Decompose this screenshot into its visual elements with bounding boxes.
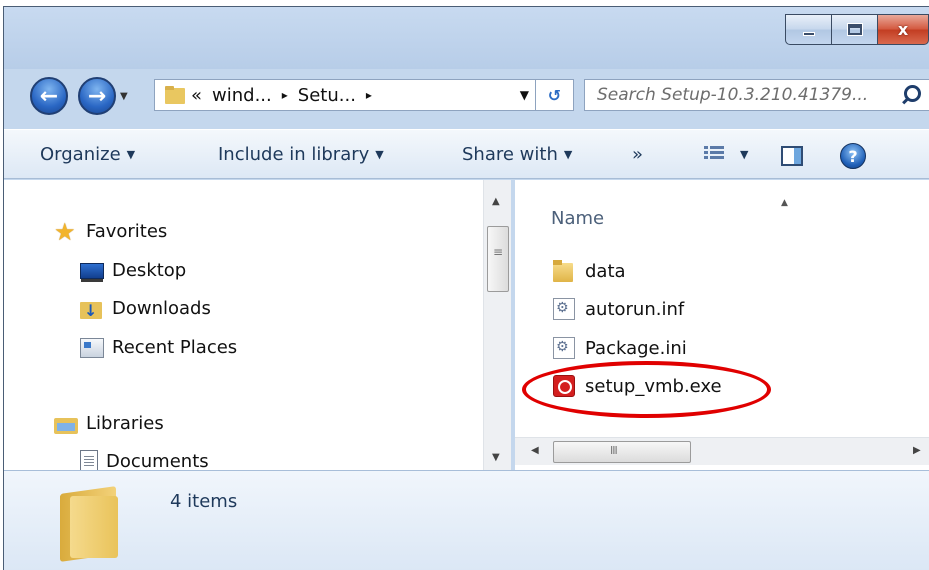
more-commands-button[interactable]: » <box>632 144 643 165</box>
scroll-left-arrow-icon[interactable]: ◀ <box>531 445 539 456</box>
item-count: 4 items <box>170 491 238 512</box>
command-bar: Organize ▼ Include in library ▼ Share with… <box>4 129 929 179</box>
nav-item-documents[interactable]: Documents <box>80 450 209 470</box>
navigation-row: ← → ▼ « wind... ▸ Setu... ▸ ▼ ↺ Search S… <box>4 75 929 115</box>
forward-arrow-icon: → <box>87 83 107 109</box>
include-in-library-menu[interactable]: Include in library ▼ <box>218 144 384 165</box>
organize-menu[interactable]: Organize ▼ <box>40 144 135 165</box>
title-bar: x <box>4 7 929 69</box>
search-icon[interactable] <box>899 84 921 106</box>
star-icon: ★ <box>54 217 76 246</box>
views-dropdown-icon[interactable]: ▼ <box>740 148 748 161</box>
refresh-button[interactable]: ↺ <box>535 80 573 110</box>
recent-places-icon <box>80 337 104 358</box>
sort-ascending-icon: ▲ <box>781 198 788 208</box>
nav-item-label: Desktop <box>112 260 187 281</box>
forward-button[interactable]: → <box>78 77 116 115</box>
folder-large-icon <box>60 482 122 558</box>
file-item-data[interactable]: data <box>553 260 626 282</box>
preview-pane-icon[interactable] <box>781 146 803 166</box>
nav-item-downloads[interactable]: Downloads <box>80 298 211 320</box>
details-pane: 4 items <box>4 470 929 570</box>
file-name: data <box>585 260 626 282</box>
file-name: autorun.inf <box>585 298 685 320</box>
address-bar[interactable]: « wind... ▸ Setu... ▸ ▼ ↺ <box>154 79 574 111</box>
nav-item-label: Documents <box>106 450 209 471</box>
nav-item-label: Libraries <box>86 413 164 434</box>
change-view-icon[interactable] <box>704 146 724 164</box>
nav-item-desktop[interactable]: Desktop <box>80 260 187 282</box>
folder-icon <box>165 86 185 104</box>
close-button[interactable]: x <box>877 14 929 45</box>
breadcrumb-arrow-icon[interactable]: ▸ <box>282 88 288 102</box>
close-icon: x <box>897 20 909 39</box>
scrollbar-thumb[interactable] <box>487 226 509 292</box>
explorer-window: x ← → ▼ « wind... ▸ Setu... ▸ ▼ ↺ Search… <box>3 6 929 570</box>
nav-item-libraries[interactable]: Libraries <box>54 413 164 434</box>
back-arrow-icon: ← <box>39 83 59 109</box>
help-icon[interactable]: ? <box>840 143 866 169</box>
nav-item-label: Favorites <box>86 221 168 242</box>
recent-pages-dropdown-icon[interactable]: ▼ <box>120 91 128 102</box>
organize-label: Organize <box>40 144 121 165</box>
back-button[interactable]: ← <box>30 77 68 115</box>
maximize-icon <box>846 23 863 36</box>
breadcrumb-arrow-icon[interactable]: ▸ <box>366 88 372 102</box>
file-list-horizontal-scrollbar[interactable]: ◀ ▶ <box>515 437 929 465</box>
breadcrumb-segment-windows[interactable]: wind... <box>212 85 272 106</box>
address-overflow-chevron[interactable]: « <box>191 85 202 106</box>
scrollbar-thumb[interactable] <box>553 441 691 463</box>
settings-file-icon <box>553 298 575 320</box>
scroll-right-arrow-icon[interactable]: ▶ <box>913 445 921 456</box>
file-item-package-ini[interactable]: Package.ini <box>553 337 687 359</box>
settings-file-icon <box>553 337 575 359</box>
nav-item-label: Downloads <box>112 298 211 319</box>
maximize-button[interactable] <box>831 14 877 45</box>
file-list-pane: Name ▲ data autorun.inf Package.ini setu… <box>515 180 929 470</box>
chevron-down-icon: ▼ <box>126 148 136 161</box>
search-box[interactable]: Search Setup-10.3.210.41379... <box>584 79 929 111</box>
chevron-down-icon: ▼ <box>375 148 384 161</box>
nav-pane-vertical-scrollbar[interactable]: ▲ ▼ <box>483 180 511 470</box>
share-with-label: Share with <box>462 144 558 165</box>
name-column-header[interactable]: Name <box>551 208 604 229</box>
search-input[interactable]: Search Setup-10.3.210.41379... <box>597 85 899 105</box>
libraries-icon <box>54 414 78 434</box>
document-icon <box>80 450 98 470</box>
address-dropdown-icon[interactable]: ▼ <box>520 88 529 102</box>
nav-item-favorites[interactable]: ★ Favorites <box>54 217 168 246</box>
minimize-button[interactable] <box>785 14 831 45</box>
refresh-icon: ↺ <box>547 85 562 105</box>
share-with-menu[interactable]: Share with ▼ <box>462 144 572 165</box>
file-name: Package.ini <box>585 337 687 359</box>
folder-icon <box>553 260 575 282</box>
nav-item-recent-places[interactable]: Recent Places <box>80 337 237 358</box>
highlight-circle-annotation <box>522 361 771 418</box>
breadcrumb-segment-setup[interactable]: Setu... <box>298 85 356 106</box>
downloads-folder-icon <box>80 299 104 320</box>
minimize-icon <box>802 31 815 36</box>
file-item-autorun-inf[interactable]: autorun.inf <box>553 298 684 320</box>
navigation-pane: ★ Favorites Desktop Downloads Recent Pla… <box>4 180 483 470</box>
include-in-library-label: Include in library <box>218 144 370 165</box>
chevron-down-icon: ▼ <box>563 148 573 161</box>
more-chevron-icon: » <box>632 144 644 165</box>
desktop-icon <box>80 262 104 282</box>
nav-item-label: Recent Places <box>112 337 238 358</box>
caption-buttons: x <box>785 14 929 45</box>
scroll-up-arrow-icon[interactable]: ▲ <box>492 196 500 207</box>
scroll-down-arrow-icon[interactable]: ▼ <box>492 452 500 463</box>
